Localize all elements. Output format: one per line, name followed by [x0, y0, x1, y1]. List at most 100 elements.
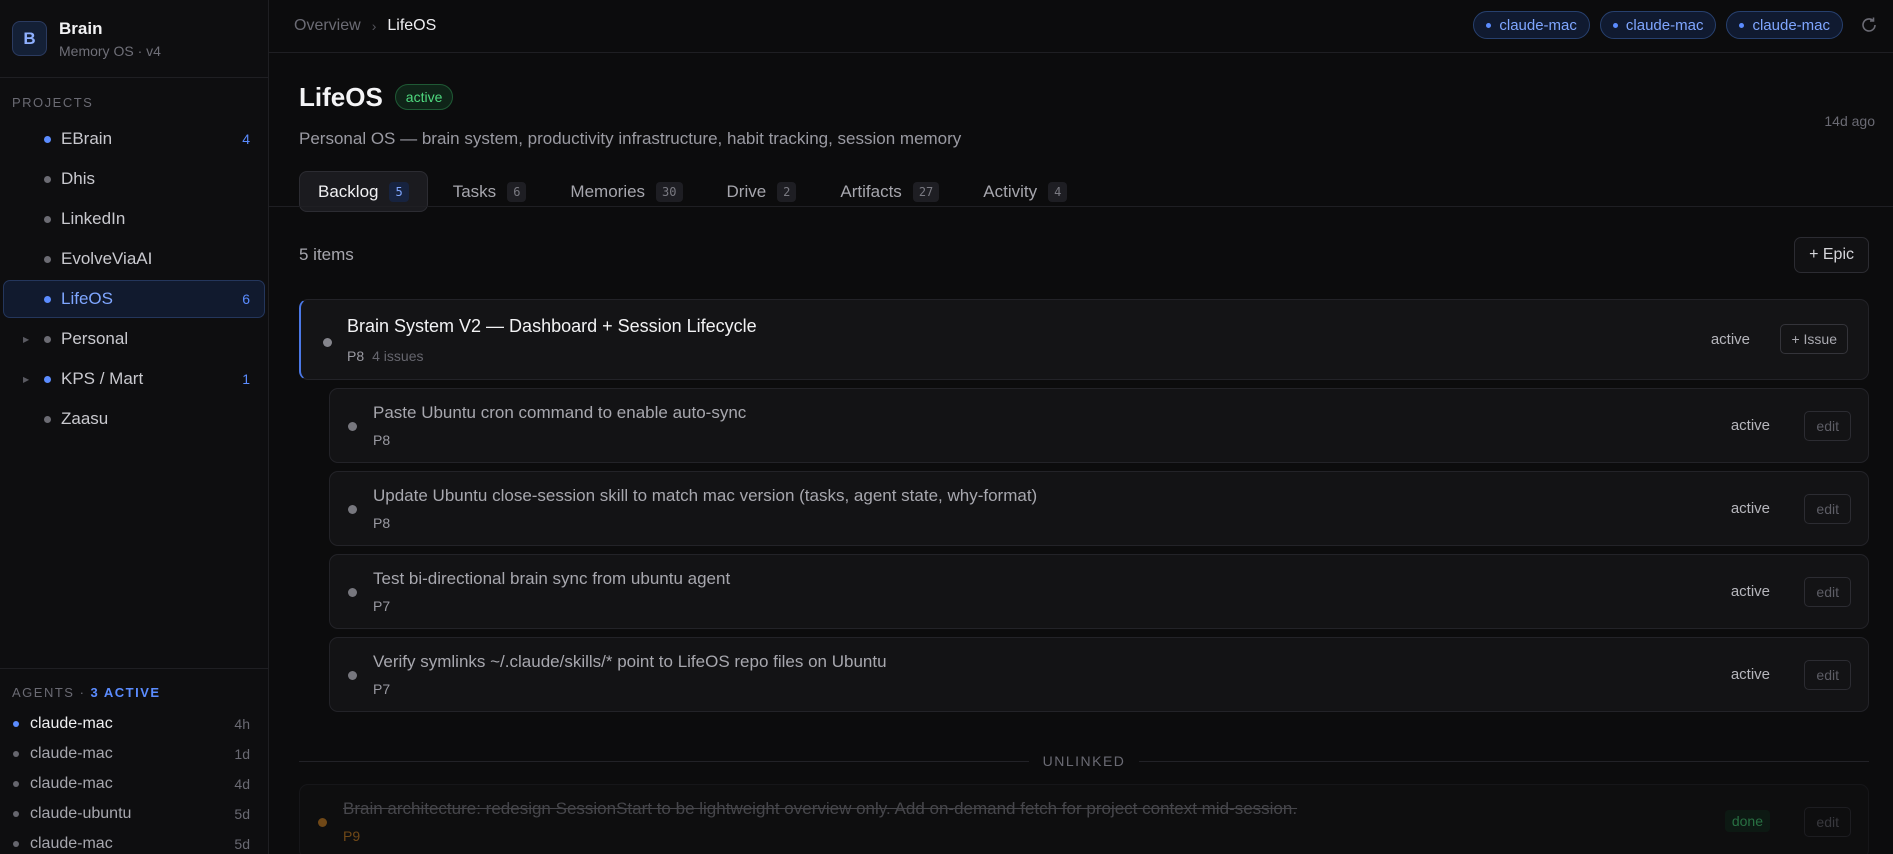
agent-status-dot	[13, 841, 19, 847]
issue-title[interactable]: Test bi-directional brain sync from ubun…	[373, 569, 730, 589]
chip-label: claude-mac	[1752, 16, 1830, 34]
chip-dot	[1739, 22, 1745, 28]
issue-status-dot	[348, 588, 357, 597]
issue-status-dot	[348, 671, 357, 680]
tab-count-badge: 27	[912, 181, 940, 202]
agent-item[interactable]: claude-ubuntu 5d	[0, 799, 268, 829]
project-status-dot	[44, 415, 51, 423]
agent-item[interactable]: claude-mac 5d	[0, 829, 268, 854]
agent-chip[interactable]: claude-mac	[1599, 11, 1717, 39]
agent-item[interactable]: claude-mac 4d	[0, 769, 268, 799]
issue-card[interactable]: Test bi-directional brain sync from ubun…	[329, 554, 1869, 629]
project-count: 6	[242, 291, 250, 307]
project-status-dot	[44, 295, 51, 303]
issue-priority: P9	[343, 828, 361, 844]
agent-status-dot	[13, 781, 19, 787]
sidebar-item-project[interactable]: Dhis	[3, 160, 265, 198]
edit-button[interactable]: edit	[1804, 660, 1851, 690]
issue-card[interactable]: Paste Ubuntu cron command to enable auto…	[329, 388, 1869, 463]
epic-title[interactable]: Brain System V2 — Dashboard + Session Li…	[347, 316, 757, 337]
epic-meta: P8 4 issues	[347, 348, 423, 364]
project-name: LinkedIn	[61, 209, 126, 228]
sidebar-item-project[interactable]: EBrain 4	[3, 120, 265, 158]
divider-line	[299, 760, 1029, 762]
issue-priority: P8	[373, 515, 391, 531]
tab-label: Memories	[570, 181, 646, 201]
edit-button[interactable]: edit	[1804, 411, 1851, 441]
project-count: 1	[242, 371, 250, 387]
issue-priority: P8	[373, 432, 391, 448]
agents-active-count: 3 ACTIVE	[90, 685, 161, 700]
unlinked-label: UNLINKED	[1042, 753, 1126, 769]
add-issue-button[interactable]: + Issue	[1780, 324, 1848, 354]
backlog-content: 5 items + Epic Brain System V2 — Dashboa…	[299, 207, 1870, 854]
issue-state: active	[1730, 500, 1770, 517]
tab-count-badge: 6	[507, 181, 527, 202]
project-name: Dhis	[61, 169, 96, 188]
sidebar-item-project[interactable]: ▶ KPS / Mart 1	[3, 360, 265, 398]
brand-subtitle: Memory OS · v4	[59, 42, 161, 59]
tab-label: Tasks	[452, 181, 497, 201]
issue-title[interactable]: Brain architecture: redesign SessionStar…	[343, 799, 1297, 819]
agent-item[interactable]: claude-mac 4h	[0, 709, 268, 739]
projects-list: EBrain 4 Dhis LinkedIn EvolveViaAI LifeOS 6 ▶ Pe…	[0, 120, 268, 440]
breadcrumb-overview[interactable]: Overview	[294, 17, 361, 35]
epic-state: active	[1710, 331, 1750, 348]
agent-chips: claude-mac claude-mac claude-mac	[1473, 11, 1843, 39]
agent-chip[interactable]: claude-mac	[1473, 11, 1590, 39]
epic-issue-count: 4 issues	[372, 348, 424, 364]
sidebar-item-project[interactable]: Zaasu	[3, 400, 265, 438]
items-count: 5 items	[299, 245, 354, 264]
agent-name: claude-ubuntu	[30, 805, 132, 822]
sidebar-item-project[interactable]: EvolveViaAI	[3, 240, 265, 278]
agent-time: 4h	[234, 716, 250, 732]
issue-title[interactable]: Update Ubuntu close-session skill to mat…	[373, 486, 1037, 506]
agent-time: 5d	[234, 806, 250, 822]
sidebar-item-project[interactable]: ▶ Personal	[3, 320, 265, 358]
caret-right-icon[interactable]: ▶	[23, 335, 29, 344]
unlinked-issue-card[interactable]: Brain architecture: redesign SessionStar…	[299, 784, 1869, 854]
agent-status-dot	[13, 721, 19, 727]
edit-button[interactable]: edit	[1804, 807, 1851, 837]
status-badge: active	[394, 84, 454, 110]
sidebar-item-project[interactable]: LifeOS 6	[3, 280, 265, 318]
issue-status-dot	[318, 818, 327, 827]
issue-state: active	[1730, 666, 1770, 683]
breadcrumb-separator-icon: ›	[371, 18, 377, 34]
issue-title[interactable]: Paste Ubuntu cron command to enable auto…	[373, 403, 746, 423]
issue-status-dot	[348, 422, 357, 431]
project-status-dot	[44, 215, 51, 223]
agent-status-dot	[13, 811, 19, 817]
agent-item[interactable]: claude-mac 1d	[0, 739, 268, 769]
agent-time: 5d	[234, 836, 250, 852]
agents-label-separator: ·	[74, 685, 91, 700]
brand-header[interactable]: B Brain Memory OS · v4	[0, 0, 268, 78]
breadcrumb-current: LifeOS	[387, 17, 437, 34]
project-name: LifeOS	[61, 289, 113, 308]
chip-label: claude-mac	[1499, 16, 1577, 34]
edit-button[interactable]: edit	[1804, 577, 1851, 607]
agents-label-text: AGENTS	[12, 685, 75, 700]
project-status-dot	[44, 335, 51, 343]
issue-card[interactable]: Update Ubuntu close-session skill to mat…	[329, 471, 1869, 546]
agent-time: 1d	[234, 746, 250, 762]
project-name: Personal	[61, 329, 129, 348]
sidebar-item-project[interactable]: LinkedIn	[3, 200, 265, 238]
brand-title: Brain	[59, 18, 103, 38]
issue-card[interactable]: Verify symlinks ~/.claude/skills/* point…	[329, 637, 1869, 712]
caret-right-icon[interactable]: ▶	[23, 375, 29, 384]
edit-button[interactable]: edit	[1804, 494, 1851, 524]
epic-status-dot	[323, 338, 332, 347]
updated-time: 14d ago	[1824, 113, 1875, 129]
add-epic-button[interactable]: + Epic	[1794, 237, 1869, 273]
issue-title[interactable]: Verify symlinks ~/.claude/skills/* point…	[373, 652, 887, 672]
agent-name: claude-mac	[30, 775, 113, 792]
tab-count-badge: 2	[777, 181, 797, 202]
agent-chip[interactable]: claude-mac	[1726, 11, 1843, 39]
page-title: LifeOS	[299, 81, 383, 112]
tab-count-badge: 4	[1048, 181, 1068, 202]
items-row: 5 items + Epic	[299, 207, 1869, 303]
epic-card[interactable]: Brain System V2 — Dashboard + Session Li…	[299, 299, 1869, 380]
projects-label: PROJECTS	[12, 95, 94, 110]
refresh-icon[interactable]	[1859, 15, 1879, 35]
